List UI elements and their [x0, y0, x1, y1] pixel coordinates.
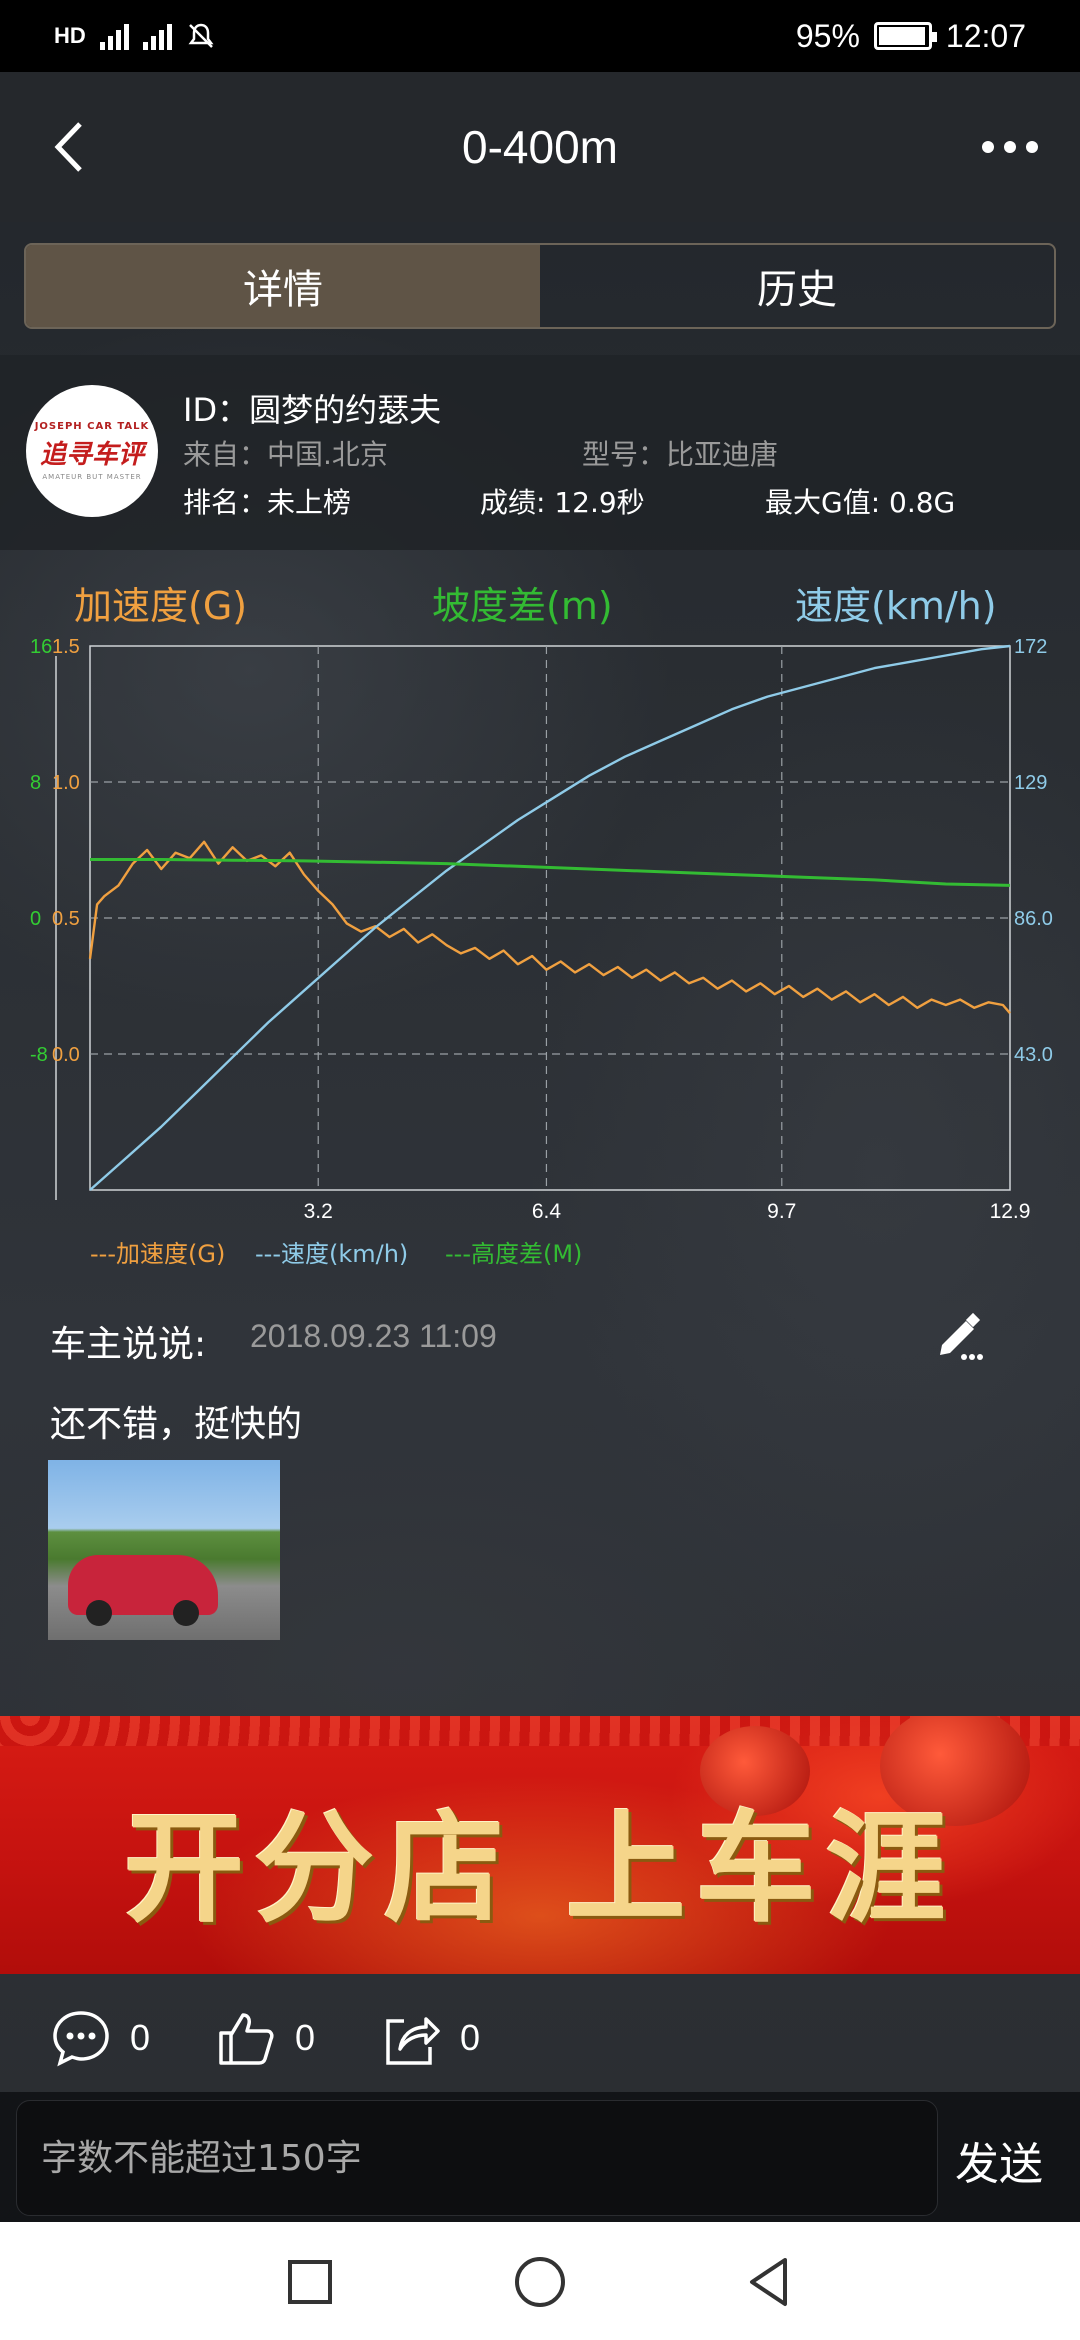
slope-series-line [90, 858, 1011, 887]
plot-frame [89, 645, 1011, 1191]
legend-item: ---加速度(G) [90, 1240, 225, 1268]
social-actions-bar: 0 0 0 [0, 1985, 1080, 2095]
tab-bar: 详情 历史 [24, 243, 1056, 329]
comment-input-row: 发送 [0, 2092, 1080, 2222]
comment-action[interactable]: 0 [50, 2007, 150, 2069]
owner-comment-date: 2018.09.23 11:09 [250, 1318, 497, 1354]
hd-icon: HD [54, 23, 86, 48]
car-wheel [173, 1600, 199, 1626]
banner-headline: 开分店 上车涯 [124, 1800, 956, 1939]
ranking: 排名：未上榜 [183, 486, 352, 519]
send-button[interactable]: 发送 [955, 2128, 1043, 2192]
avatar-logo-top: JOSEPH CAR TALK [34, 421, 150, 432]
battery-icon [873, 22, 937, 50]
owner-comment-text: 还不错，挺快的 [50, 1404, 303, 1445]
system-navigation-bar [0, 2222, 1080, 2340]
comments-count: 0 [130, 2017, 151, 2058]
owner-comment-label: 车主说说: [50, 1324, 207, 1365]
accel-axis-header: 加速度(G) [74, 584, 248, 628]
thumbs-up-icon [219, 2013, 274, 2065]
accel-tick-label: 0.0 [52, 1044, 80, 1066]
accel-tick-label: 1.5 [52, 636, 80, 658]
battery-fill [878, 27, 925, 45]
likes-count: 0 [295, 2017, 316, 2058]
slope-tick-label: 8 [30, 772, 41, 794]
mute-icon [188, 23, 214, 48]
accel-tick-label: 0.5 [52, 908, 80, 930]
signal-4g-icon [99, 22, 129, 50]
back-icon[interactable] [40, 112, 100, 182]
top-nav-bar: 0-400m [0, 72, 1080, 222]
speed-series-line [89, 644, 1011, 1191]
back-nav-icon[interactable] [740, 2252, 800, 2312]
promo-banner[interactable]: 开分店 上车涯 [0, 1716, 1080, 1974]
comment-icon [53, 2011, 109, 2067]
status-bar: HD 95% 12:07 [0, 0, 1080, 72]
shares-count: 0 [460, 2017, 481, 2058]
tab-details[interactable]: 详情 [26, 245, 540, 327]
recent-apps-icon[interactable] [280, 2252, 340, 2312]
slope-tick-label: 0 [30, 908, 41, 930]
avatar-logo-main: 追寻车评 [39, 440, 144, 470]
more-options-icon[interactable] [970, 127, 1050, 167]
speed-tick-label: 172 [1014, 636, 1047, 658]
accel-tick-label: 1.0 [52, 772, 80, 794]
avatar-logo-sub: AMATEUR BUT MASTER [42, 473, 142, 481]
clock: 12:07 [945, 17, 1026, 54]
speed-tick-label: 129 [1014, 772, 1047, 794]
signal-4g-icon [142, 22, 172, 50]
edit-icon[interactable] [930, 1305, 990, 1365]
legend-item: ---速度(km/h) [255, 1240, 408, 1268]
share-action[interactable]: 0 [380, 2007, 480, 2069]
like-action[interactable]: 0 [215, 2007, 315, 2069]
performance-chart: 16 1.5 172 8 1.0 129 0 0.5 86.0 -8 0.0 43.0 3.2 6.4 9.… [30, 636, 1053, 1268]
comment-photo-thumbnail[interactable] [48, 1460, 280, 1640]
x-tick-label: 6.4 [532, 1200, 562, 1223]
tab-history[interactable]: 历史 [540, 245, 1054, 327]
battery-percent: 95% [795, 17, 860, 54]
x-tick-label: 3.2 [304, 1200, 333, 1223]
page-title: 0-400m [462, 121, 618, 173]
avatar[interactable]: JOSEPH CAR TALK 追寻车评 AMATEUR BUT MASTER [26, 385, 158, 517]
home-icon[interactable] [510, 2252, 570, 2312]
speed-tick-label: 43.0 [1014, 1044, 1053, 1066]
driver-profile-card: JOSEPH CAR TALK 追寻车评 AMATEUR BUT MASTER … [0, 355, 1080, 550]
speed-tick-label: 86.0 [1014, 908, 1053, 930]
slope-axis-header: 坡度差(m) [432, 584, 613, 628]
driver-id: ID：圆梦的约瑟夫 [183, 391, 442, 429]
max-g-value: 最大G值: 0.8G [765, 486, 956, 519]
slope-tick-label: -8 [30, 1044, 48, 1066]
speed-axis-header: 速度(km/h) [795, 584, 997, 628]
comment-input[interactable] [16, 2100, 938, 2216]
result-time: 成绩: 12.9秒 [480, 486, 645, 519]
legend-item: ---高度差(M) [445, 1240, 582, 1268]
driver-location: 来自：中国.北京 [183, 438, 388, 471]
chart-axis-headers: 加速度(G) 坡度差(m) 速度(km/h) [0, 575, 1080, 635]
car-model: 型号：比亚迪唐 [582, 438, 779, 471]
share-icon [386, 2017, 440, 2065]
x-tick-label: 9.7 [767, 1200, 796, 1223]
x-tick-label: 12.9 [990, 1200, 1031, 1223]
slope-tick-label: 16 [30, 636, 52, 658]
car-wheel [86, 1600, 112, 1626]
